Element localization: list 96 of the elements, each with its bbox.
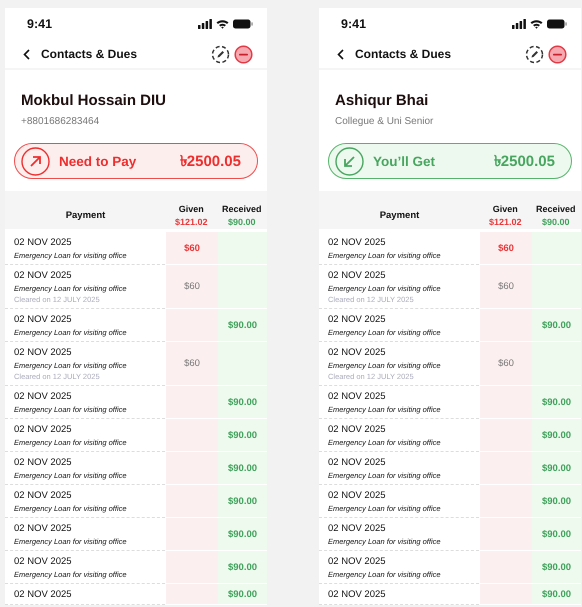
received-total: $90.00 — [542, 216, 570, 226]
wifi-icon — [216, 19, 229, 29]
balance-label: Need to Pay — [59, 154, 138, 168]
received-cell: $90.00 — [218, 452, 267, 484]
given-cell: $60 — [480, 265, 532, 308]
back-icon[interactable] — [337, 48, 344, 60]
received-total: $90.00 — [228, 216, 256, 226]
battery-icon — [233, 19, 253, 29]
payment-date: 02 NOV 2025 — [328, 523, 387, 534]
given-cell — [480, 551, 532, 583]
given-cell: $60 — [480, 232, 532, 264]
payment-date: 02 NOV 2025 — [14, 347, 73, 358]
payment-date: 02 NOV 2025 — [14, 523, 73, 534]
payment-date: 02 NOV 2025 — [14, 237, 73, 248]
payment-date: 02 NOV 2025 — [14, 314, 73, 325]
given-cell — [480, 419, 532, 451]
given-cell — [166, 452, 218, 484]
payment-date: 02 NOV 2025 — [14, 490, 73, 501]
given-cell — [480, 584, 532, 604]
wifi-icon — [530, 19, 543, 29]
received-cell: $90.00 — [532, 551, 581, 583]
edit-icon[interactable] — [525, 44, 544, 64]
payment-date: 02 NOV 2025 — [328, 237, 387, 248]
payment-date: 02 NOV 2025 — [328, 556, 387, 567]
payment-date: 02 NOV 2025 — [328, 457, 387, 468]
payment-date: 02 NOV 2025 — [328, 347, 387, 358]
column-header: Received — [222, 204, 262, 214]
contact-name: Ashiqur Bhai — [334, 92, 430, 109]
balance-label: You’ll Get — [373, 154, 436, 168]
given-cell: $60 — [166, 265, 218, 308]
received-cell: $90.00 — [218, 485, 267, 517]
column-header: Payment — [66, 210, 106, 220]
payment-date: 02 NOV 2025 — [14, 270, 73, 281]
payment-date: 02 NOV 2025 — [328, 270, 387, 281]
page-title: Contacts & Dues — [355, 47, 452, 61]
status-time: 9:41 — [340, 17, 366, 31]
payment-date: 02 NOV 2025 — [14, 424, 73, 435]
signal-icon — [198, 19, 212, 29]
received-cell: $90.00 — [218, 386, 267, 418]
given-cell — [166, 485, 218, 517]
contact-name: Mokbul Hossain DIU — [20, 92, 168, 109]
balance-amount: ৳2500.05 — [180, 152, 241, 172]
given-cell — [166, 419, 218, 451]
received-cell: $90.00 — [218, 584, 267, 604]
received-cell: $90.00 — [218, 518, 267, 550]
received-cell: $90.00 — [218, 309, 267, 341]
given-cell — [480, 485, 532, 517]
column-header: Received — [536, 204, 576, 214]
balance-amount: ৳2500.05 — [494, 152, 555, 172]
given-cell: $60 — [166, 232, 218, 264]
given-total: $121.02 — [488, 216, 522, 226]
payment-date: 02 NOV 2025 — [14, 589, 73, 600]
payment-date: 02 NOV 2025 — [14, 391, 73, 402]
given-cell — [166, 518, 218, 550]
given-total: $121.02 — [174, 216, 208, 226]
payment-date: 02 NOV 2025 — [328, 589, 387, 600]
minus-circle-icon[interactable] — [234, 44, 253, 64]
given-cell — [480, 518, 532, 550]
battery-icon — [547, 19, 567, 29]
given-cell — [166, 386, 218, 418]
given-cell — [166, 551, 218, 583]
edit-icon[interactable] — [211, 44, 230, 64]
payment-date: 02 NOV 2025 — [14, 556, 73, 567]
balance-card[interactable]: You’ll Get ৳2500.05 — [328, 143, 572, 179]
payment-date: 02 NOV 2025 — [328, 391, 387, 402]
contact-subtitle: +8801686283464 — [20, 116, 100, 127]
balance-card[interactable]: Need to Pay ৳2500.05 — [14, 143, 258, 179]
status-time: 9:41 — [26, 17, 52, 31]
given-cell: $60 — [480, 342, 532, 385]
given-cell — [166, 309, 218, 341]
column-header: Given — [178, 204, 204, 214]
payment-date: 02 NOV 2025 — [328, 424, 387, 435]
minus-circle-icon[interactable] — [548, 44, 567, 64]
contact-subtitle: Collegue & Uni Senior — [334, 116, 434, 127]
payment-date: 02 NOV 2025 — [328, 490, 387, 501]
given-cell — [480, 386, 532, 418]
payment-date: 02 NOV 2025 — [14, 457, 73, 468]
received-cell: $90.00 — [532, 485, 581, 517]
received-cell: $90.00 — [532, 452, 581, 484]
received-cell: $90.00 — [218, 419, 267, 451]
received-cell: $90.00 — [532, 419, 581, 451]
given-cell — [480, 452, 532, 484]
given-cell: $60 — [166, 342, 218, 385]
given-cell — [166, 584, 218, 604]
received-cell: $90.00 — [532, 518, 581, 550]
column-header: Payment — [380, 210, 420, 220]
payment-date: 02 NOV 2025 — [328, 314, 387, 325]
page-title: Contacts & Dues — [41, 47, 138, 61]
signal-icon — [512, 19, 526, 29]
received-cell: $90.00 — [532, 584, 581, 604]
column-header: Given — [492, 204, 518, 214]
received-cell: $90.00 — [218, 551, 267, 583]
received-cell: $90.00 — [532, 309, 581, 341]
received-cell: $90.00 — [532, 386, 581, 418]
back-icon[interactable] — [23, 48, 30, 60]
given-cell — [480, 309, 532, 341]
